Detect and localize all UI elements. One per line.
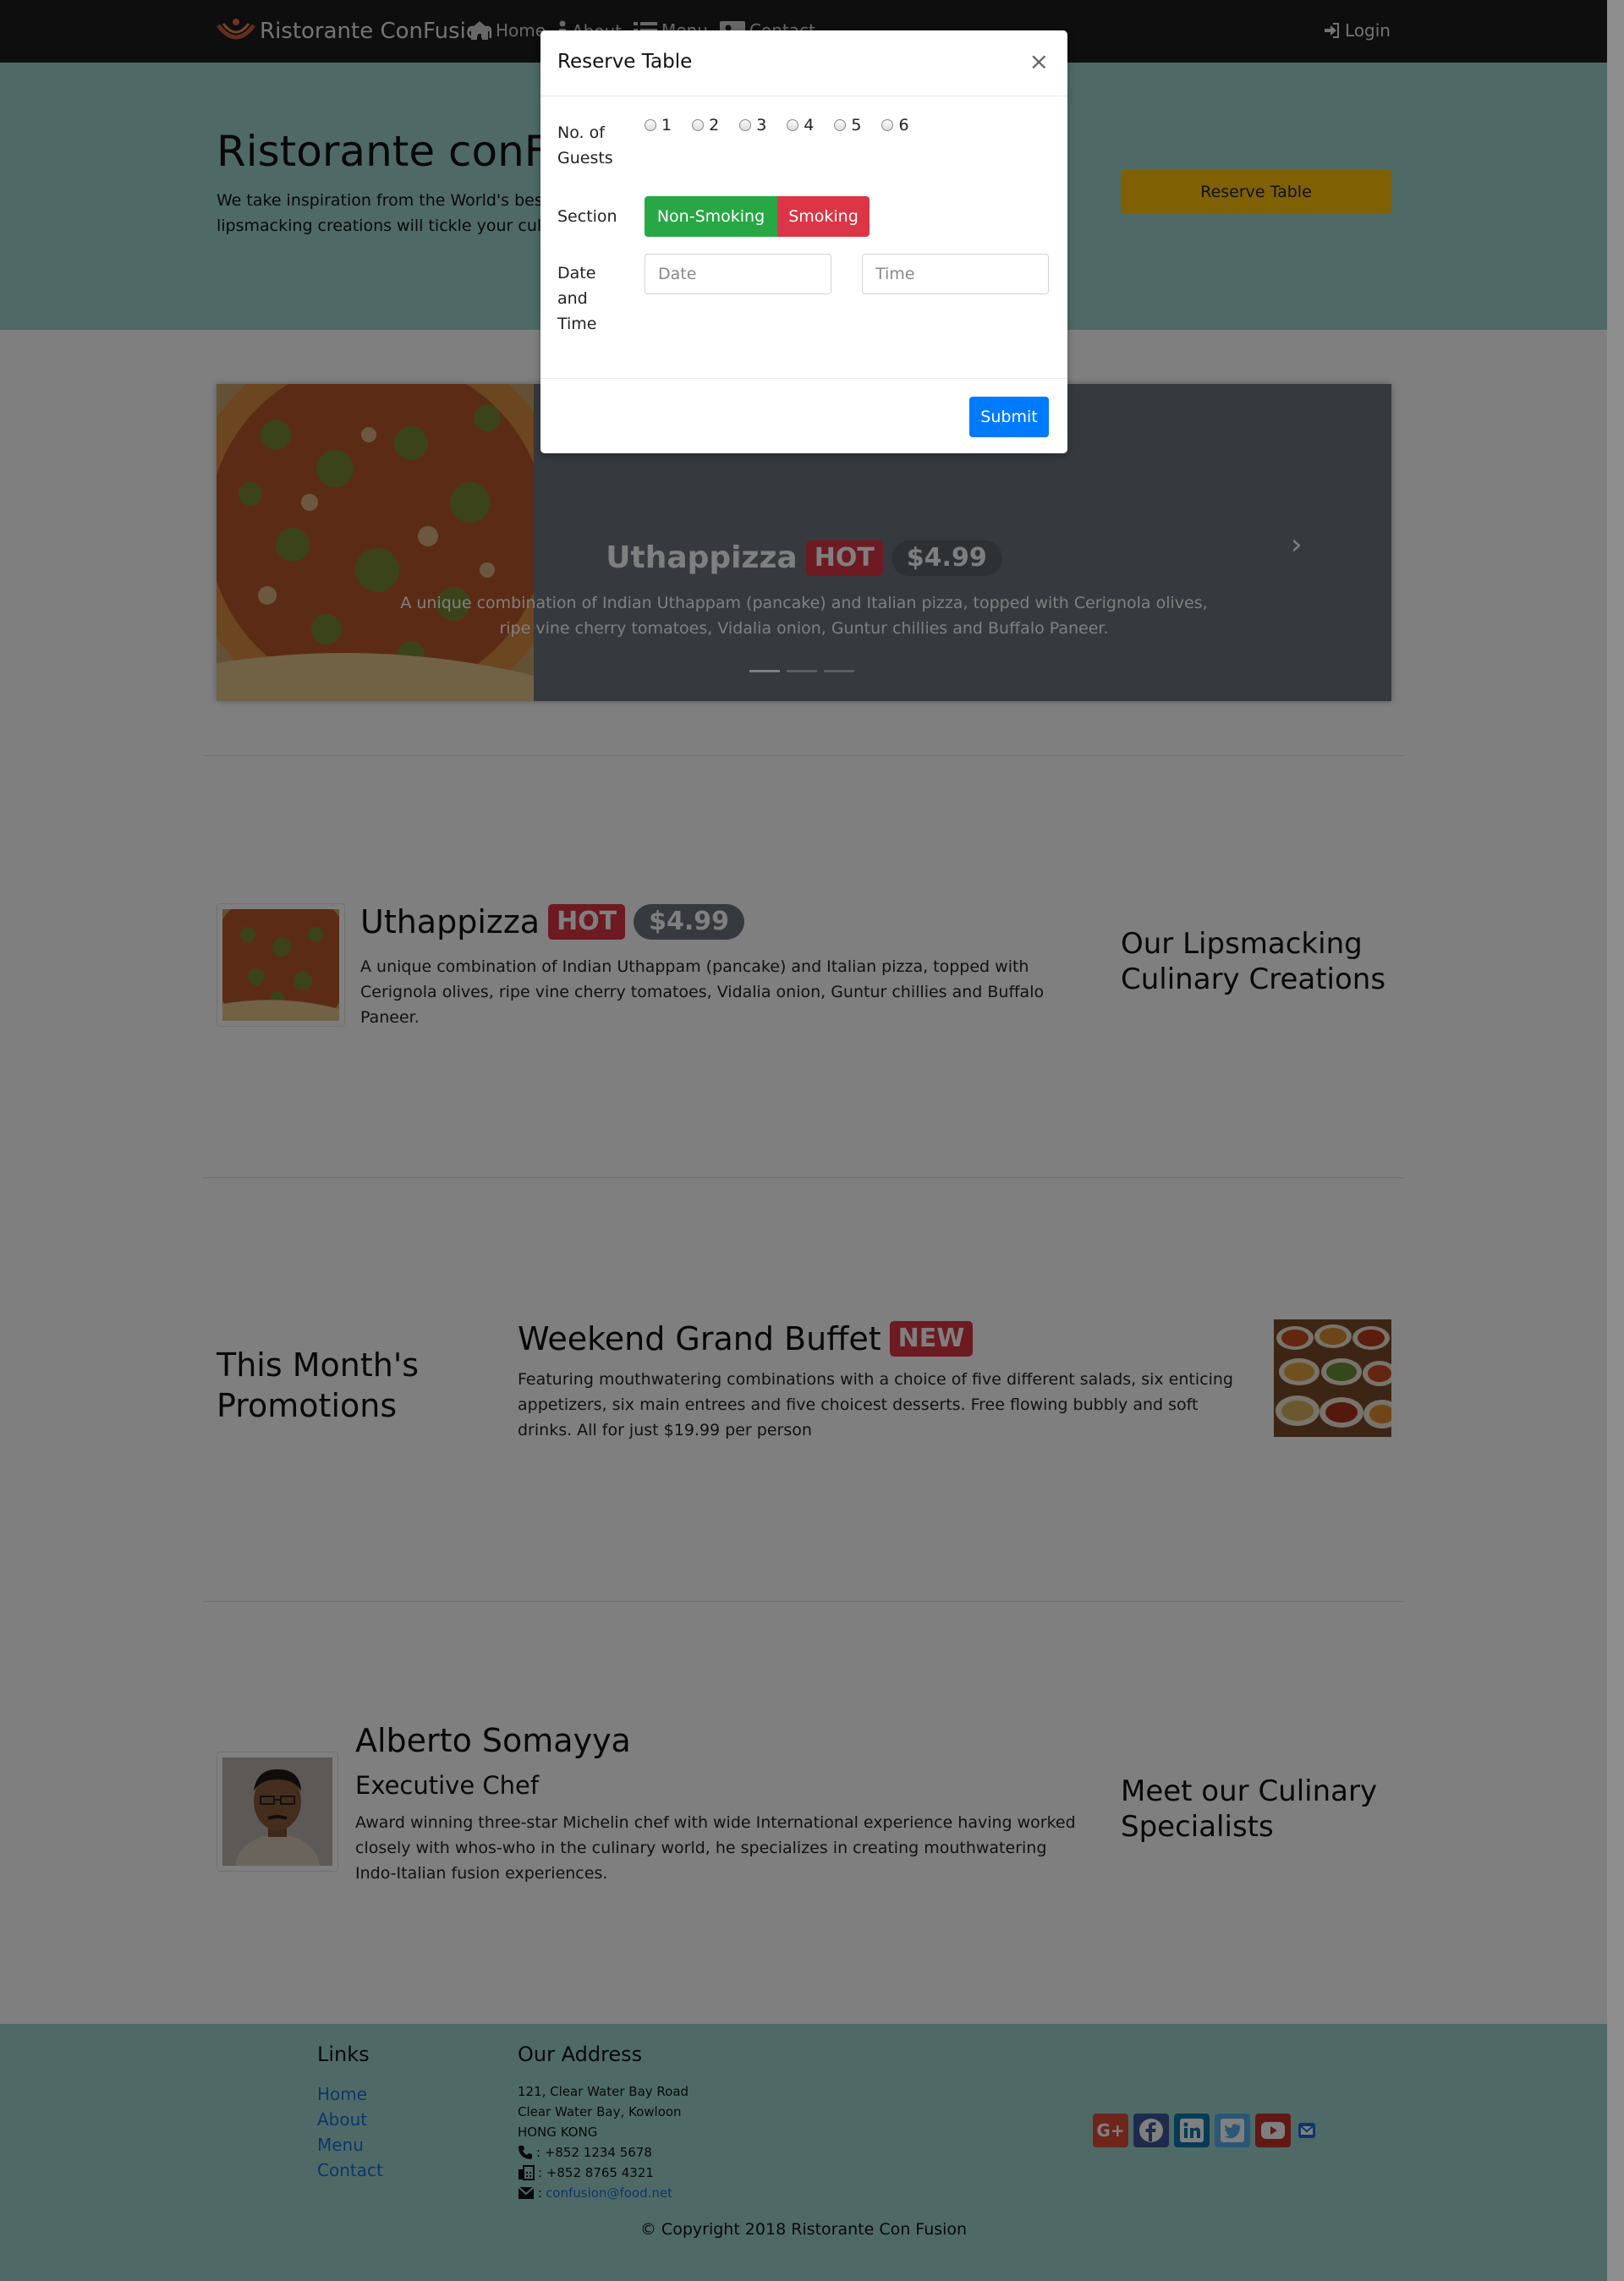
radio-button[interactable] — [881, 119, 894, 131]
reserve-table-modal: Reserve Table × No. of Guests 1 2 3 4 5 … — [540, 30, 1067, 453]
guests-label: No. of Guests — [557, 123, 613, 167]
modal-header: Reserve Table × — [540, 30, 1067, 96]
guests-option[interactable]: 6 — [881, 116, 909, 134]
guests-option[interactable]: 2 — [692, 116, 719, 134]
scrollbar[interactable] — [1607, 0, 1624, 2281]
modal-title: Reserve Table — [557, 51, 693, 73]
radio-button[interactable] — [834, 119, 847, 131]
close-icon[interactable]: × — [1029, 47, 1049, 75]
guests-option-label: 3 — [756, 116, 767, 134]
guests-radio-group: 1 2 3 4 5 6 — [645, 116, 909, 134]
guests-option-label: 4 — [804, 116, 815, 134]
radio-button[interactable] — [739, 119, 752, 131]
section-label: Section — [557, 207, 617, 226]
guests-option[interactable]: 5 — [834, 116, 861, 134]
guests-option-label: 5 — [851, 116, 862, 134]
time-input[interactable] — [862, 254, 1049, 294]
submit-button[interactable]: Submit — [969, 397, 1049, 437]
smoking-button[interactable]: Smoking — [777, 196, 870, 237]
radio-button[interactable] — [645, 119, 656, 131]
radio-button[interactable] — [692, 119, 705, 131]
date-input[interactable] — [645, 254, 831, 294]
guests-option-label: 2 — [709, 116, 720, 134]
datetime-label: Date and Time — [557, 264, 597, 333]
guests-option[interactable]: 4 — [787, 116, 814, 134]
guests-option-label: 1 — [661, 116, 672, 134]
non-smoking-button[interactable]: Non-Smoking — [645, 196, 777, 237]
modal-footer-divider — [540, 378, 1067, 379]
guests-option-label: 6 — [898, 116, 909, 134]
guests-option[interactable]: 1 — [645, 116, 672, 134]
guests-option[interactable]: 3 — [739, 116, 766, 134]
radio-button[interactable] — [787, 119, 799, 131]
